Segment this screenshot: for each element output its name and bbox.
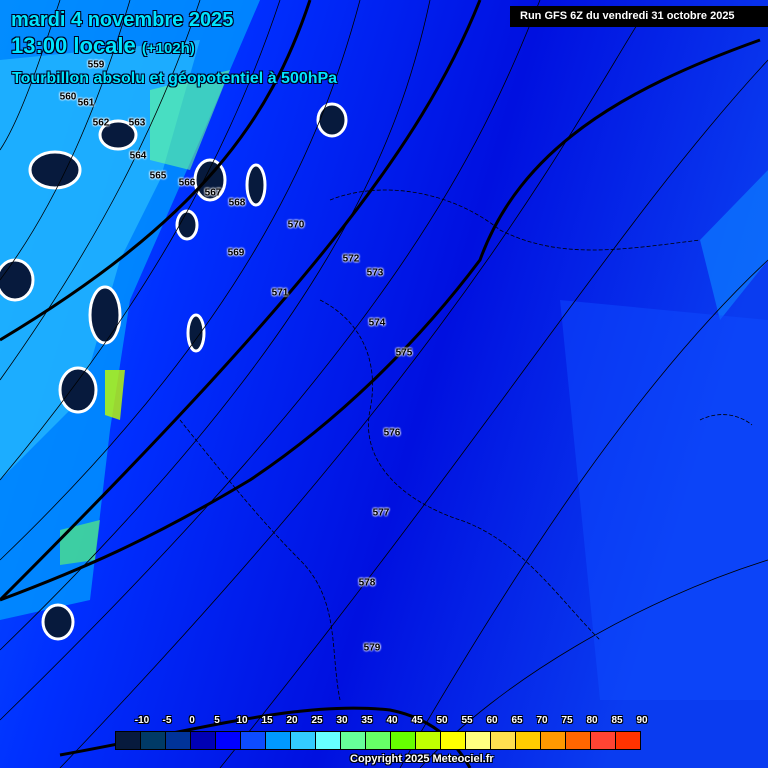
legend-tick-label: 55 xyxy=(461,715,473,726)
contour-label: 569 xyxy=(227,247,245,259)
contour-label: 567 xyxy=(204,187,222,199)
contour-label: 579 xyxy=(363,642,381,654)
legend-swatch xyxy=(341,732,366,749)
contour-label: 566 xyxy=(178,177,196,189)
legend-swatch xyxy=(541,732,566,749)
legend-swatch xyxy=(316,732,341,749)
vorticity-map xyxy=(0,0,768,768)
legend-swatch xyxy=(616,732,640,749)
contour-label: 562 xyxy=(92,117,110,129)
legend-swatch xyxy=(141,732,166,749)
legend-tick-label: 30 xyxy=(336,715,348,726)
legend-swatch xyxy=(516,732,541,749)
legend-swatch xyxy=(391,732,416,749)
legend-tick-label: -10 xyxy=(134,715,150,726)
legend-tick-label: 25 xyxy=(311,715,323,726)
forecast-time: 13:00 locale (+102h) xyxy=(11,33,195,59)
legend-swatch xyxy=(166,732,191,749)
legend-tick-label: -5 xyxy=(162,715,172,726)
legend-swatch xyxy=(441,732,466,749)
legend-swatch xyxy=(416,732,441,749)
legend-swatch xyxy=(116,732,141,749)
contour-label: 572 xyxy=(342,253,360,265)
legend-swatch xyxy=(591,732,616,749)
legend-tick-label: 50 xyxy=(436,715,448,726)
legend-swatch xyxy=(241,732,266,749)
parameter-title: Tourbillon absolu et géopotentiel à 500h… xyxy=(12,70,338,87)
legend-tick-label: 10 xyxy=(236,715,248,726)
legend-swatch xyxy=(291,732,316,749)
legend-tick-label: 80 xyxy=(586,715,598,726)
contour-label: 578 xyxy=(358,577,376,589)
copyright: Copyright 2025 Meteociel.fr xyxy=(350,753,494,765)
forecast-local-time: 13:00 locale xyxy=(11,33,136,58)
legend-tick-label: 65 xyxy=(511,715,523,726)
legend-tick-label: 40 xyxy=(386,715,398,726)
legend-tick-label: 20 xyxy=(286,715,298,726)
forecast-date: mardi 4 novembre 2025 xyxy=(11,9,234,31)
contour-label: 559 xyxy=(87,59,105,71)
legend-tick-label: 75 xyxy=(561,715,573,726)
legend-tick-label: 35 xyxy=(361,715,373,726)
legend-tick-label: 60 xyxy=(486,715,498,726)
contour-label: 575 xyxy=(395,347,413,359)
contour-label: 577 xyxy=(372,507,390,519)
contour-label: 560 xyxy=(59,91,77,103)
contour-label: 565 xyxy=(149,170,167,182)
legend-swatch xyxy=(491,732,516,749)
legend-swatch xyxy=(466,732,491,749)
color-legend xyxy=(115,731,641,750)
legend-swatch xyxy=(366,732,391,749)
legend-tick-label: 90 xyxy=(636,715,648,726)
contour-label: 574 xyxy=(368,317,386,329)
contour-label: 568 xyxy=(228,197,246,209)
forecast-lead: (+102h) xyxy=(141,40,195,57)
contour-label: 571 xyxy=(271,287,289,299)
contour-label: 564 xyxy=(129,150,147,162)
contour-label: 561 xyxy=(77,97,95,109)
legend-tick-label: 70 xyxy=(536,715,548,726)
contour-label: 576 xyxy=(383,427,401,439)
legend-tick-label: 45 xyxy=(411,715,423,726)
legend-swatch xyxy=(566,732,591,749)
contour-label: 570 xyxy=(287,219,305,231)
legend-tick-label: 15 xyxy=(261,715,273,726)
legend-ticks: -10 -5 0 5 10 15 20 25 30 35 40 45 50 55 60 65 70 75 80 85 9… xyxy=(130,715,655,729)
contour-label: 563 xyxy=(128,117,146,129)
legend-tick-label: 0 xyxy=(189,715,195,726)
legend-tick-label: 5 xyxy=(214,715,220,726)
run-label: Run GFS 6Z du vendredi 31 octobre 2025 xyxy=(510,6,768,27)
legend-tick-label: 85 xyxy=(611,715,623,726)
legend-swatch xyxy=(191,732,216,749)
contour-label: 573 xyxy=(366,267,384,279)
legend-swatch xyxy=(266,732,291,749)
legend-swatch xyxy=(216,732,241,749)
